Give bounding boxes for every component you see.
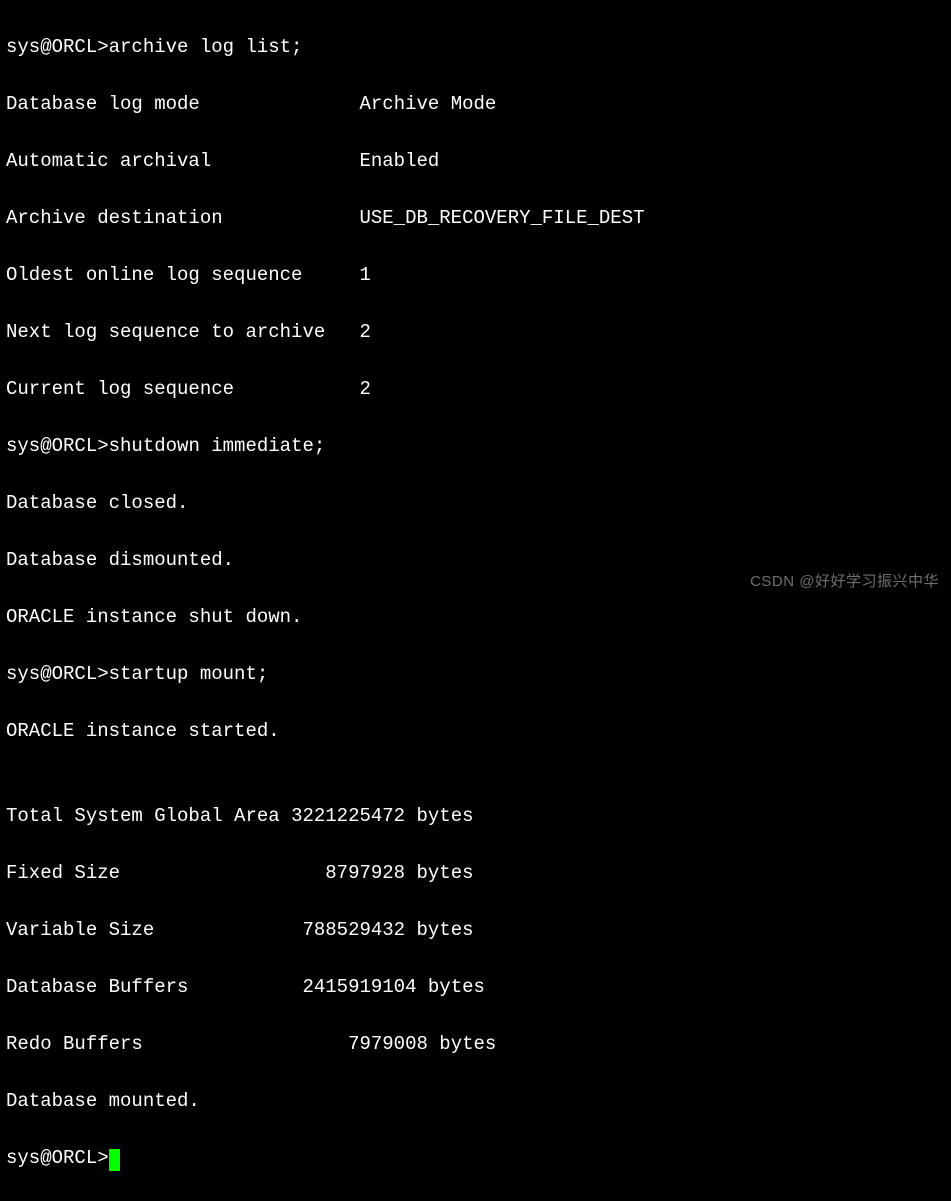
- prompt: sys@ORCL>: [6, 1147, 109, 1169]
- output-kv: Database log mode Archive Mode: [6, 90, 945, 119]
- sga-row: Redo Buffers 7979008 bytes: [6, 1030, 945, 1059]
- output-kv: Oldest online log sequence 1: [6, 261, 945, 290]
- output-label: Archive destination: [6, 207, 223, 229]
- output-kv: Current log sequence 2: [6, 375, 945, 404]
- sga-unit: bytes: [428, 976, 485, 998]
- sga-label: Database Buffers: [6, 976, 188, 998]
- command-text: shutdown immediate;: [109, 435, 326, 457]
- sga-value: 8797928: [325, 862, 405, 884]
- sga-unit: bytes: [417, 862, 474, 884]
- output-label: Database log mode: [6, 93, 200, 115]
- command-text: archive log list;: [109, 36, 303, 58]
- sga-label: Total System Global Area: [6, 805, 280, 827]
- output-label: Current log sequence: [6, 378, 234, 400]
- output-kv: Archive destination USE_DB_RECOVERY_FILE…: [6, 204, 945, 233]
- output-line: ORACLE instance shut down.: [6, 603, 945, 632]
- output-label: Oldest online log sequence: [6, 264, 302, 286]
- prompt: sys@ORCL>: [6, 435, 109, 457]
- command-text: startup mount;: [109, 663, 269, 685]
- command-line-2: sys@ORCL>shutdown immediate;: [6, 432, 945, 461]
- sga-unit: bytes: [417, 919, 474, 941]
- sga-label: Redo Buffers: [6, 1033, 143, 1055]
- output-label: Automatic archival: [6, 150, 211, 172]
- output-line: Database mounted.: [6, 1087, 945, 1116]
- sga-header: Total System Global Area 3221225472 byte…: [6, 802, 945, 831]
- sga-row: Database Buffers 2415919104 bytes: [6, 973, 945, 1002]
- command-line-1: sys@ORCL>archive log list;: [6, 33, 945, 62]
- sga-value: 2415919104: [302, 976, 416, 998]
- output-kv: Next log sequence to archive 2: [6, 318, 945, 347]
- sga-value: 3221225472: [291, 805, 405, 827]
- output-line: Database closed.: [6, 489, 945, 518]
- sga-row: Fixed Size 8797928 bytes: [6, 859, 945, 888]
- output-value: USE_DB_RECOVERY_FILE_DEST: [359, 207, 644, 229]
- output-kv: Automatic archival Enabled: [6, 147, 945, 176]
- prompt: sys@ORCL>: [6, 36, 109, 58]
- output-value: 2: [359, 378, 370, 400]
- sga-row: Variable Size 788529432 bytes: [6, 916, 945, 945]
- sga-label: Variable Size: [6, 919, 154, 941]
- watermark-text: CSDN @好好学习振兴中华: [750, 571, 939, 594]
- sga-value: 7979008: [348, 1033, 428, 1055]
- sga-unit: bytes: [439, 1033, 496, 1055]
- sga-label: Fixed Size: [6, 862, 120, 884]
- command-line-4: sys@ORCL>: [6, 1144, 945, 1173]
- output-label: Next log sequence to archive: [6, 321, 325, 343]
- output-value: Archive Mode: [359, 93, 496, 115]
- output-value: 2: [359, 321, 370, 343]
- sga-unit: bytes: [417, 805, 474, 827]
- command-line-3: sys@ORCL>startup mount;: [6, 660, 945, 689]
- sga-value: 788529432: [302, 919, 405, 941]
- prompt: sys@ORCL>: [6, 663, 109, 685]
- output-line: ORACLE instance started.: [6, 717, 945, 746]
- cursor-icon: [109, 1149, 120, 1171]
- output-value: Enabled: [359, 150, 439, 172]
- output-value: 1: [359, 264, 370, 286]
